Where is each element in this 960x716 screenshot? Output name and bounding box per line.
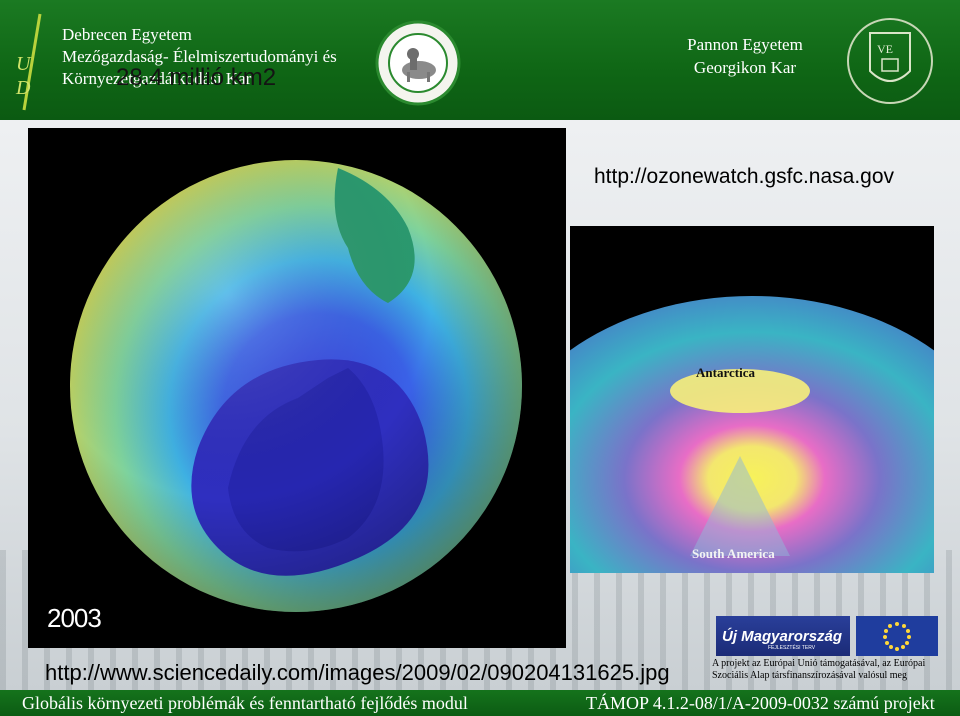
svg-text:D: D: [15, 77, 31, 99]
header-banner: U D Debrecen Egyetem Mezőgazdaság- Élelm…: [0, 0, 960, 120]
footer-project-id: TÁMOP 4.1.2-08/1/A-2009-0032 számú proje…: [586, 693, 935, 713]
map-label-antarctica: Antarctica: [696, 365, 755, 380]
university-line-1: Debrecen Egyetem: [62, 25, 192, 44]
uj-magyarorszag-logo: Új Magyarország FEJLESZTÉSI TERV: [716, 616, 850, 656]
pannon-seal-icon: VE: [847, 18, 933, 104]
svg-text:U: U: [16, 53, 32, 75]
svg-text:VE: VE: [877, 42, 893, 56]
um-logo-title: Új Magyarország: [722, 628, 843, 645]
globe-year-label: 2003: [47, 603, 102, 633]
footer-bar: Globális környezeti problémák és fenntar…: [0, 690, 960, 716]
antarctica-ozone-map-image: Antarctica South America: [570, 226, 934, 573]
pannon-line-1: Pannon Egyetem: [687, 35, 803, 54]
map-label-south-america: South America: [692, 546, 775, 561]
source-url-nasa: http://ozonewatch.gsfc.nasa.gov: [594, 165, 895, 188]
footer-module-title: Globális környezeti problémák és fenntar…: [22, 693, 468, 713]
pannon-line-2: Georgikon Kar: [693, 58, 797, 77]
ozone-globe-graphic: [70, 160, 522, 612]
ozone-globe-image: [28, 128, 566, 648]
pannon-name: Pannon Egyetem Georgikon Kar: [682, 33, 808, 79]
eu-funding-text: A projekt az Európai Unió támogatásával,…: [712, 658, 926, 681]
area-overlay-text: 28.4 millió km2: [116, 64, 277, 91]
eu-flag-logo: [856, 616, 938, 656]
faculty-seal-icon: [375, 20, 461, 106]
university-emblem-icon: U D: [15, 13, 42, 111]
eu-stars-icon: [883, 622, 911, 651]
antarctica-ozone-map-graphic: Antarctica South America: [570, 226, 934, 573]
source-url-sciencedaily: http://www.sciencedaily.com/images/2009/…: [45, 660, 670, 685]
um-logo-subtitle: FEJLESZTÉSI TERV: [768, 645, 816, 651]
